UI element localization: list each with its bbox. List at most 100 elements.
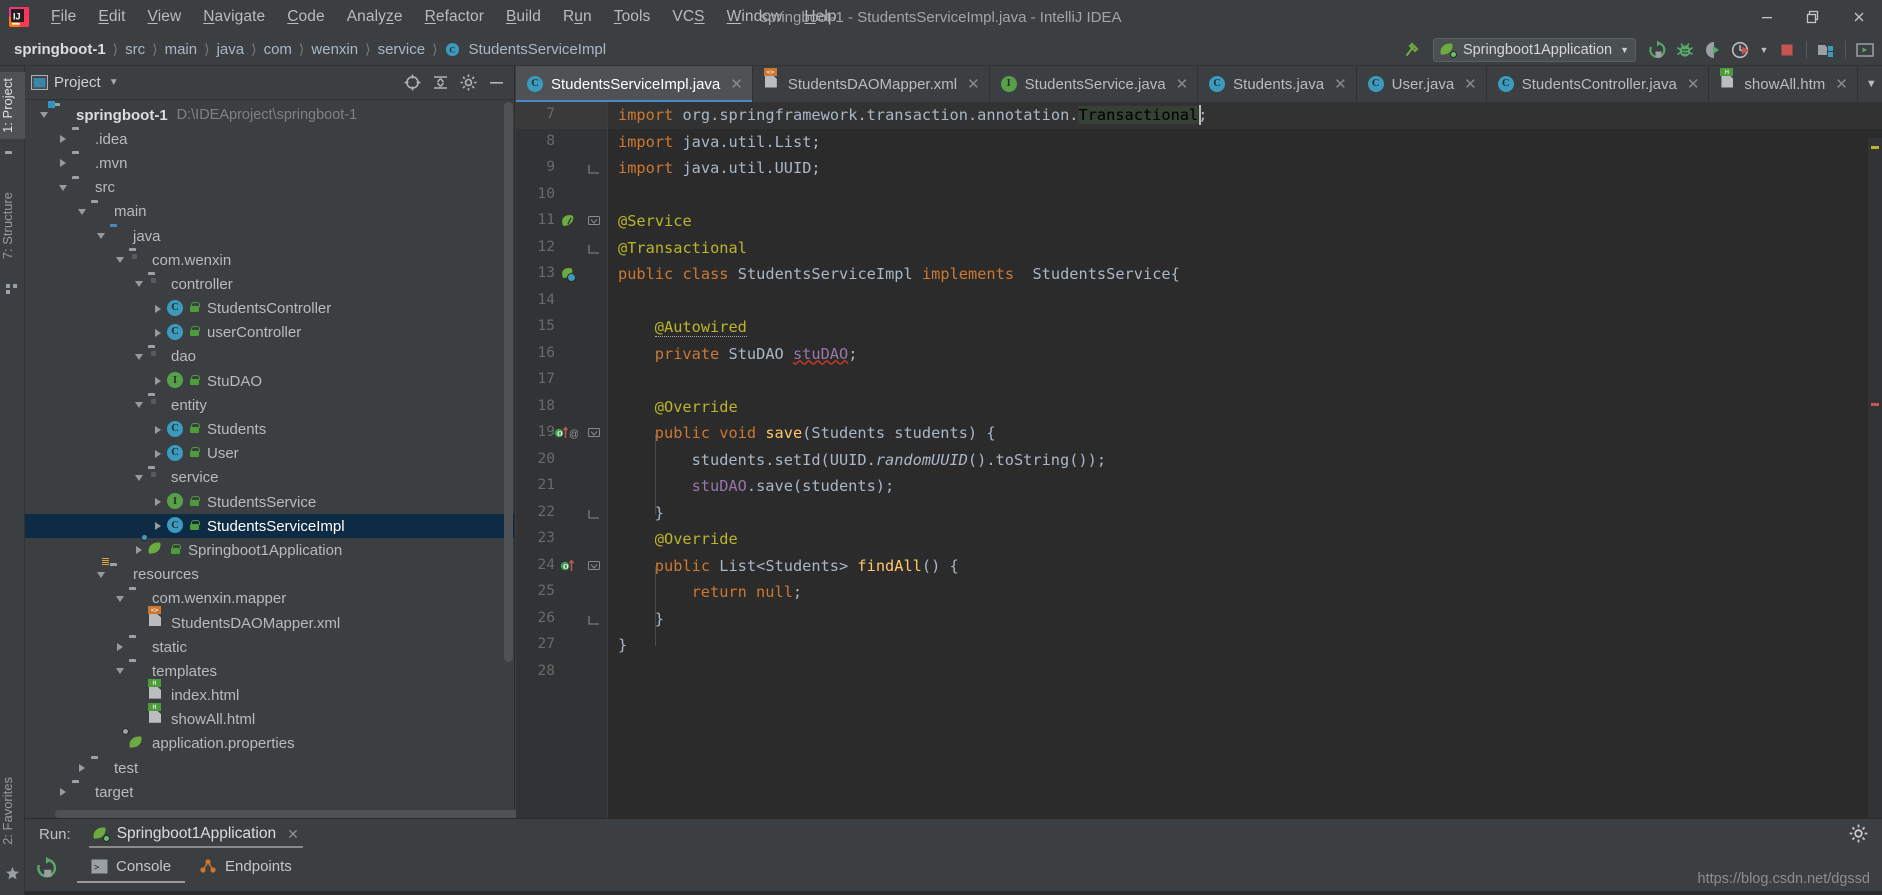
tree-node[interactable]: <> StudentsDAOMapper.xml (25, 606, 514, 635)
gear-icon[interactable] (456, 71, 480, 95)
close-icon[interactable]: ✕ (967, 75, 980, 93)
tree-expand-arrow-closed[interactable] (54, 127, 72, 151)
tree-node[interactable]: templates (25, 659, 514, 683)
menu-vcs[interactable]: VCS (661, 5, 715, 29)
code-fold-marker[interactable] (588, 242, 601, 255)
menu-help[interactable]: Help (793, 5, 847, 29)
run-button[interactable] (1644, 37, 1670, 63)
profiler-icon[interactable] (1728, 37, 1754, 63)
code-line[interactable]: students.setId(UUID.randomUUID().toStrin… (618, 447, 1106, 474)
code-fold-marker[interactable] (588, 427, 601, 440)
menu-analyze[interactable]: Analyze (336, 5, 414, 29)
editor-tab-studentsdaomapper-xml[interactable]: <> StudentsDAOMapper.xml ✕ (753, 66, 990, 102)
code-line[interactable]: private StuDAO stuDAO; (618, 341, 858, 368)
editor-tab-students-java[interactable]: C Students.java ✕ (1198, 66, 1357, 102)
code-fold-marker[interactable] (588, 215, 601, 228)
tree-node[interactable]: controller (25, 272, 514, 296)
close-icon[interactable]: ✕ (287, 826, 299, 843)
code-line[interactable]: import java.util.List; (618, 129, 821, 156)
editor-tab-showall-htm[interactable]: HshowAll.htm ✕ (1709, 66, 1858, 102)
close-icon[interactable]: ✕ (1176, 75, 1189, 93)
tree-expand-arrow-open[interactable] (73, 200, 91, 224)
tree-node[interactable]: C StudentsController (25, 297, 514, 321)
tree-expand-arrow-closed[interactable] (54, 151, 72, 175)
tree-node[interactable]: resources (25, 557, 514, 587)
menu-window[interactable]: Window (716, 5, 794, 29)
project-tree-hscrollbar[interactable] (55, 810, 520, 818)
tree-node[interactable]: Springboot1Application (25, 534, 514, 562)
chevron-down-icon[interactable]: ▼ (109, 77, 119, 88)
build-hammer-icon[interactable] (1399, 37, 1425, 63)
menu-refactor[interactable]: Refactor (414, 5, 495, 29)
tree-node[interactable]: I StudentsService (25, 490, 514, 514)
close-icon[interactable]: ✕ (730, 75, 743, 93)
tree-expand-arrow-closed[interactable] (149, 369, 167, 393)
code-line[interactable] (618, 367, 655, 394)
tree-expand-arrow-closed[interactable] (149, 490, 167, 514)
tree-node[interactable]: .idea (25, 127, 514, 151)
rerun-icon[interactable] (33, 855, 59, 881)
restore-button[interactable] (1790, 0, 1836, 34)
code-fold-marker[interactable] (588, 560, 601, 573)
menu-build[interactable]: Build (495, 5, 552, 29)
tree-node[interactable]: application.properties (25, 727, 514, 756)
coverage-icon[interactable] (1700, 37, 1726, 63)
tree-node[interactable]: Hindex.html (25, 678, 514, 708)
code-line[interactable]: public List<Students> findAll() { (618, 553, 959, 580)
editor-tab-bar[interactable]: C StudentsServiceImpl.java ✕ <> StudentsDAOM… (516, 66, 1882, 102)
collapse-all-icon[interactable] (428, 71, 452, 95)
code-line[interactable]: @Service (618, 208, 692, 235)
breadcrumb-service[interactable]: service (374, 41, 430, 58)
menu-file[interactable]: File (40, 5, 87, 29)
breadcrumb-com[interactable]: com (260, 41, 296, 58)
editor-tab-studentscontroller-java[interactable]: C StudentsController.java ✕ (1487, 66, 1710, 102)
override-impl-icon[interactable]: O@ (554, 425, 579, 441)
breadcrumb-java[interactable]: java (213, 41, 249, 58)
editor-tab-studentsservice-java[interactable]: I StudentsService.java ✕ (990, 66, 1199, 102)
spring-bean-impl-icon[interactable] (560, 266, 576, 282)
sidebar-item-project[interactable]: 1: Project (0, 72, 25, 139)
tree-node[interactable]: test (25, 756, 514, 780)
editor-tab-user-java[interactable]: C User.java ✕ (1357, 66, 1487, 102)
menu-navigate[interactable]: Navigate (192, 5, 276, 29)
override-icon[interactable]: O (560, 558, 576, 574)
code-fold-marker[interactable] (588, 162, 601, 175)
breadcrumb-main[interactable]: main (161, 41, 202, 58)
tree-node[interactable]: entity (25, 393, 514, 417)
tree-expand-arrow-open[interactable] (130, 466, 148, 490)
code-line[interactable]: import java.util.UUID; (618, 155, 821, 182)
tree-node[interactable]: CuserController (25, 321, 514, 345)
tree-node[interactable]: C User (25, 442, 514, 466)
tree-expand-arrow-open[interactable] (111, 659, 129, 683)
close-icon[interactable]: ✕ (1464, 75, 1477, 93)
run-configuration-tab[interactable]: Springboot1Application ✕ (88, 819, 303, 849)
breadcrumb-wenxin[interactable]: wenxin (307, 41, 362, 58)
tree-expand-arrow-open[interactable] (54, 176, 72, 200)
sidebar-item-favorites[interactable]: 2: Favorites (0, 771, 25, 851)
stripe-warning-mark[interactable] (1871, 146, 1879, 149)
tree-node[interactable]: java (25, 224, 514, 248)
menu-view[interactable]: View (137, 5, 193, 29)
tree-node[interactable]: service (25, 466, 514, 490)
code-line[interactable]: public void save(Students students) { (618, 420, 996, 447)
tree-node[interactable]: com.wenxin.mapper (25, 587, 514, 611)
editor-tab-studentsserviceimpl-java[interactable]: C StudentsServiceImpl.java ✕ (516, 66, 753, 102)
menu-run[interactable]: Run (552, 5, 603, 29)
code-line[interactable]: public class StudentsServiceImpl impleme… (618, 261, 1180, 288)
tree-expand-arrow-closed[interactable] (149, 297, 167, 321)
tree-node[interactable]: main (25, 200, 514, 224)
code-fold-marker[interactable] (588, 507, 601, 520)
tree-node-selected[interactable]: C StudentsServiceImpl (25, 514, 514, 539)
main-menu[interactable]: File Edit View Navigate Code Analyze Ref… (40, 5, 848, 29)
editor-code-area[interactable]: 78910111213141516171819O@2021222324O2526… (516, 102, 1882, 818)
editor-text[interactable]: import org.springframework.transaction.a… (608, 102, 1882, 818)
tree-node[interactable]: src (25, 176, 514, 200)
profiler-dropdown-chevron-down-icon[interactable]: ▼ (1756, 37, 1772, 63)
gear-icon[interactable] (1848, 823, 1870, 845)
project-tree[interactable]: springboot-1 D:\IDEAproject\springboot-1.… (25, 100, 514, 818)
tree-expand-arrow-closed[interactable] (73, 756, 91, 780)
close-icon[interactable]: ✕ (1835, 75, 1848, 93)
code-line[interactable]: } (618, 606, 664, 633)
tree-expand-arrow-open[interactable] (130, 272, 148, 296)
tree-expand-arrow-open[interactable] (111, 587, 129, 611)
